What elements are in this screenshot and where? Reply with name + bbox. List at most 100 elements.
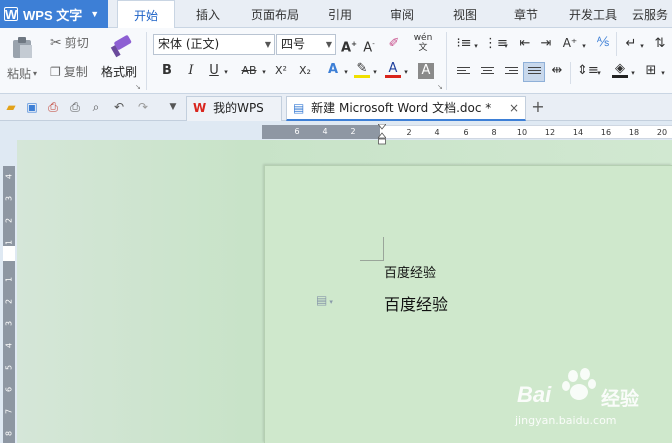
font-family-select[interactable]: 宋体 (正文) ▼ — [153, 34, 275, 55]
tab-insert[interactable]: 插入 — [180, 0, 236, 28]
increase-indent-icon[interactable]: ⇥ — [538, 36, 554, 52]
save-icon[interactable]: ▣ — [24, 99, 40, 115]
highlight-button[interactable]: ✎ — [354, 62, 370, 78]
font-color-button[interactable]: A — [385, 62, 401, 78]
chevron-down-icon[interactable]: ▾ — [371, 64, 379, 80]
ruler-tick-label: 6 — [463, 128, 469, 137]
justify-button[interactable] — [523, 62, 545, 82]
tab-section[interactable]: 章节 — [498, 0, 554, 28]
copy-icon: ❐ — [50, 64, 61, 79]
tab-document[interactable]: ▤ 新建 Microsoft Word 文档.doc * × — [286, 96, 526, 121]
char-shading-button[interactable]: A — [418, 63, 434, 79]
chevron-down-icon[interactable]: ▾ — [659, 65, 667, 81]
bullet-list-icon[interactable]: ⁝≡ — [455, 36, 473, 52]
chevron-down-icon[interactable]: ▾ — [580, 38, 588, 54]
vertical-ruler[interactable]: 4 3 2 1 1 2 3 4 5 6 7 8 — [3, 166, 15, 443]
menu-bar: W WPS 文字 ▼ 开始 插入 页面布局 引用 审阅 视图 章节 开发工具 云… — [0, 0, 672, 29]
chevron-down-icon[interactable]: ▾ — [402, 64, 410, 80]
borders-icon[interactable]: ⊞ — [643, 63, 659, 79]
shrink-font-icon[interactable]: A- — [361, 36, 377, 56]
app-menu-button[interactable]: W WPS 文字 ▼ — [0, 0, 108, 28]
bold-button[interactable]: B — [160, 63, 174, 79]
tab-cloud[interactable]: 云服务 — [632, 0, 672, 28]
tab-page-layout[interactable]: 页面布局 — [240, 0, 310, 28]
indent-marker[interactable] — [377, 123, 387, 146]
chevron-down-icon[interactable]: ▾ — [342, 64, 350, 80]
new-tab-button[interactable]: + — [530, 99, 546, 115]
close-icon[interactable]: × — [509, 97, 519, 120]
change-case-icon[interactable]: A⁺ — [560, 35, 580, 51]
export-pdf-icon[interactable]: ⎙ — [45, 99, 61, 115]
chevron-down-icon[interactable]: ▾ — [595, 65, 603, 81]
numbered-list-icon[interactable]: ⋮≡ — [484, 36, 508, 52]
ruler-tick-label: 4 — [4, 173, 14, 180]
chevron-down-icon[interactable]: ▾ — [222, 64, 230, 80]
paste-options-icon[interactable]: ▤ ▾ — [316, 293, 333, 309]
align-center-icon[interactable] — [481, 67, 494, 78]
ruler-tick-label: 3 — [4, 320, 14, 327]
cut-button[interactable]: ✂ 剪切 — [50, 34, 89, 51]
margin-corner-mark — [360, 260, 384, 261]
paste-button[interactable]: 粘贴 ▾ — [7, 65, 37, 82]
format-painter-icon[interactable] — [108, 35, 134, 59]
ruler-tick-label: 8 — [4, 430, 14, 437]
copy-button[interactable]: ❐ 复制 — [50, 63, 88, 80]
redo-icon[interactable]: ↷ — [135, 99, 151, 115]
distributed-align-icon[interactable]: ⇹ — [549, 63, 565, 79]
clipboard-launcher-icon[interactable]: ↘ — [135, 83, 141, 91]
tab-references[interactable]: 引用 — [314, 0, 366, 28]
ruler-tick-label: 5 — [4, 364, 14, 371]
format-painter-button[interactable]: 格式刷 — [101, 63, 137, 80]
paste-icon[interactable] — [10, 36, 36, 60]
grow-font-icon[interactable]: A+ — [341, 36, 357, 56]
open-folder-icon[interactable]: ▰ — [3, 99, 19, 115]
superscript-button[interactable]: X² — [272, 63, 290, 79]
tab-review[interactable]: 审阅 — [372, 0, 432, 28]
ruler-tick-label: 18 — [628, 128, 640, 137]
font-launcher-icon[interactable]: ↘ — [437, 83, 443, 91]
chevron-down-icon[interactable]: ▾ — [638, 38, 646, 54]
tab-my-wps[interactable]: W 我的WPS — [186, 96, 282, 121]
italic-button[interactable]: I — [184, 63, 198, 79]
phonetic-label: wén — [413, 33, 433, 43]
ruler-tick-label: 7 — [4, 408, 14, 415]
chevron-down-icon[interactable]: ▾ — [472, 38, 480, 54]
decrease-indent-icon[interactable]: ⇤ — [517, 36, 533, 52]
align-left-icon[interactable] — [457, 67, 470, 78]
tab-developer[interactable]: 开发工具 — [560, 0, 626, 28]
print-icon[interactable]: ⎙ — [67, 99, 83, 115]
ruler-margin: 6 4 2 — [262, 125, 380, 139]
quick-access-dropdown-icon[interactable]: ▼ — [165, 99, 181, 115]
text-effect-button[interactable]: A — [325, 62, 341, 78]
underline-button[interactable]: U — [207, 63, 221, 79]
ruler-tick-label: 2 — [4, 298, 14, 305]
phonetic-guide-icon[interactable]: wén 文 — [411, 33, 435, 53]
ruler-tick-label: 8 — [491, 128, 497, 137]
tab-home[interactable]: 开始 — [117, 0, 175, 29]
watermark-brand: Bai — [517, 382, 552, 407]
chevron-down-icon: ▼ — [264, 40, 271, 49]
subscript-button[interactable]: X₂ — [296, 63, 314, 79]
strikethrough-button[interactable]: AB — [238, 63, 260, 79]
copy-label: 复制 — [63, 65, 88, 79]
align-right-icon[interactable] — [505, 67, 518, 78]
show-marks-icon[interactable]: ↵ — [623, 36, 639, 52]
document-text-line[interactable]: 百度经验 — [384, 291, 448, 315]
clear-format-icon[interactable]: ✐ — [385, 36, 403, 52]
font-size-select[interactable]: 四号 ▼ — [276, 34, 336, 55]
line-spacing-icon[interactable]: ⇕≡ — [577, 63, 599, 79]
shading-icon[interactable]: ◈ — [612, 62, 628, 78]
chevron-down-icon[interactable]: ▾ — [629, 65, 637, 81]
chevron-down-icon[interactable]: ▾ — [502, 38, 510, 54]
ruler-margin — [3, 246, 15, 261]
document-text-line[interactable]: 百度经验 — [384, 262, 436, 281]
chevron-down-icon[interactable]: ▾ — [260, 64, 268, 80]
tab-view[interactable]: 视图 — [438, 0, 492, 28]
undo-icon[interactable]: ↶ — [111, 99, 127, 115]
divider — [446, 32, 447, 90]
tab-my-wps-label: 我的WPS — [213, 101, 264, 115]
sort-icon[interactable]: ⇅ — [652, 36, 668, 52]
chinese-layout-icon[interactable]: ⅍ — [595, 35, 611, 51]
ruler-tick-label: 6 — [294, 127, 300, 136]
print-preview-icon[interactable]: ⌕ — [88, 99, 104, 115]
